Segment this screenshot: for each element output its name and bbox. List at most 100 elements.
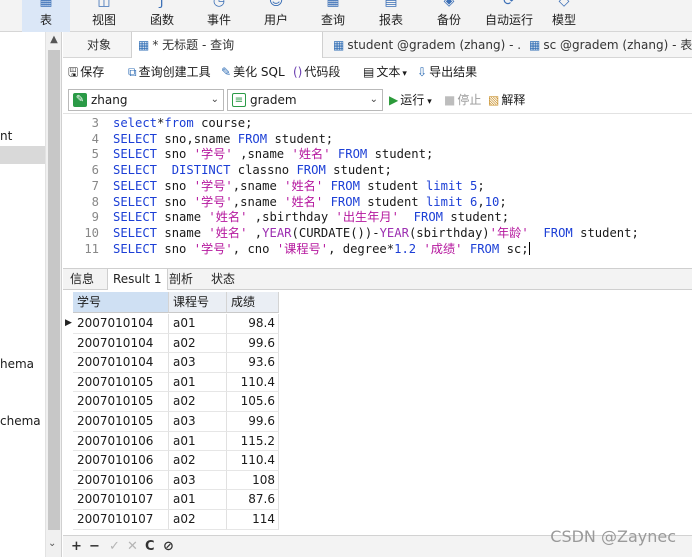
tab-untitled-query[interactable]: ▦ * 无标题 - 查询 [131, 32, 323, 59]
table-cell[interactable]: 2007010106 [73, 470, 169, 491]
ribbon-button-0[interactable]: ▦ 表 [22, 0, 70, 32]
tree-item-text[interactable]: hema [0, 357, 34, 371]
table-cell[interactable]: 2007010107 [73, 510, 169, 530]
ribbon-button-3[interactable]: ◷ 事件 [194, 0, 244, 32]
selected-tree-item[interactable] [0, 146, 45, 164]
sidebar-scrollbar[interactable]: ▲ [45, 32, 61, 557]
table-cell[interactable]: 2007010104 [73, 314, 169, 334]
table-cell[interactable]: 108 [227, 470, 279, 491]
table-cell[interactable]: a02 [169, 392, 227, 412]
table-row[interactable]: 2007010107 a02 114 [63, 510, 279, 530]
table-row[interactable]: 2007010107 a01 87.6 [63, 490, 279, 510]
ribbon-button-1[interactable]: ◫ 视图 [79, 0, 129, 32]
tab-status[interactable]: 状态 [206, 269, 240, 290]
table-cell[interactable]: 2007010105 [73, 392, 169, 412]
table-row[interactable]: 2007010105 a01 110.4 [63, 372, 279, 393]
table-cell[interactable]: a01 [169, 490, 227, 510]
tab-student-table[interactable]: ▦ student @gradem (zhang) - ... [329, 32, 521, 58]
result-grid[interactable]: 学号 课程号 成绩 ▶ 2007010104 a01 98.4 2007010104 a0… [63, 292, 692, 534]
code-token: sname [157, 210, 209, 225]
table-icon: ▦ [39, 0, 53, 9]
table-cell[interactable]: 99.6 [227, 412, 279, 432]
tree-item-text[interactable]: nt [0, 129, 12, 143]
chevron-down-icon[interactable]: ⌄ [48, 538, 56, 549]
code-token: , degree* [328, 241, 395, 256]
tab-info[interactable]: 信息 [65, 269, 99, 290]
query-builder-button[interactable]: ⧉ 查询创建工具 [128, 58, 211, 86]
table-cell[interactable]: 2007010104 [73, 353, 169, 373]
table-row[interactable]: 2007010106 a02 110.4 [63, 451, 279, 471]
apply-changes-button[interactable]: ✓ [109, 536, 120, 558]
code-snippet-button[interactable]: () 代码段 [293, 58, 340, 86]
ribbon-button-7[interactable]: ◈ 备份 [423, 0, 475, 32]
scrollbar-thumb[interactable] [48, 50, 60, 530]
ribbon-button-5[interactable]: ▦ 查询 [308, 0, 358, 32]
tree-item-text[interactable]: chema [0, 414, 41, 428]
table-cell[interactable]: 2007010105 [73, 412, 169, 432]
tab-profile[interactable]: 剖析 [164, 269, 198, 290]
table-cell[interactable]: a01 [169, 431, 227, 452]
discard-changes-button[interactable]: ✕ [127, 536, 138, 558]
table-cell[interactable]: a02 [169, 510, 227, 530]
ribbon-button-8[interactable]: ⟳ 自动运行 [478, 0, 540, 32]
column-header-cno[interactable]: 课程号 [169, 292, 227, 313]
scroll-up-icon[interactable]: ▲ [46, 34, 62, 45]
table-row[interactable]: ▶ 2007010104 a01 98.4 [63, 314, 279, 334]
table-cell[interactable]: 114 [227, 510, 279, 530]
table-row[interactable]: 2007010106 a01 115.2 [63, 431, 279, 452]
table-cell[interactable]: 2007010106 [73, 451, 169, 471]
column-header-degree[interactable]: 成绩 [227, 292, 279, 313]
code-token: '成绩' [423, 241, 463, 256]
table-row[interactable]: 2007010104 a02 99.6 [63, 333, 279, 354]
stop-button[interactable]: ⊘ [163, 536, 174, 558]
sql-editor[interactable]: 3 select*from course; 4 SELECT sno,sname FR… [63, 115, 692, 267]
table-cell[interactable]: 105.6 [227, 392, 279, 412]
save-button[interactable]: 🖫 保存 [68, 58, 104, 86]
table-cell[interactable]: a01 [169, 372, 227, 393]
navigation-pane: nt hema chema ▲ [0, 32, 62, 557]
table-cell[interactable]: 98.4 [227, 314, 279, 334]
ribbon-button-2[interactable]: ƒ 函数 [136, 0, 188, 32]
database-select[interactable]: ≡ gradem ⌄ [227, 89, 383, 111]
table-cell[interactable]: 99.6 [227, 333, 279, 354]
table-cell[interactable]: 2007010105 [73, 372, 169, 393]
ribbon-label: 表 [39, 13, 52, 27]
beautify-sql-button[interactable]: ✎ 美化 SQL [221, 58, 285, 86]
tab-result-1[interactable]: Result 1 [107, 269, 168, 290]
table-cell[interactable]: a02 [169, 451, 227, 471]
table-cell[interactable]: a03 [169, 353, 227, 373]
table-cell[interactable]: 93.6 [227, 353, 279, 373]
table-row[interactable]: 2007010105 a02 105.6 [63, 392, 279, 412]
column-header-sno[interactable]: 学号 [73, 292, 169, 313]
ribbon-button-6[interactable]: ▤ 报表 [366, 0, 416, 32]
run-button[interactable]: ▶ 运行 ▾ [389, 86, 432, 114]
table-cell[interactable]: 115.2 [227, 431, 279, 452]
tab-sc-table[interactable]: ▦ sc @gradem (zhang) - 表 [525, 32, 692, 58]
table-cell[interactable]: a03 [169, 412, 227, 432]
add-row-button[interactable]: + [71, 536, 82, 558]
explain-button[interactable]: ▧ 解释 [488, 86, 525, 114]
table-cell[interactable]: a01 [169, 314, 227, 334]
table-cell[interactable]: 2007010107 [73, 490, 169, 510]
table-cell[interactable]: a03 [169, 470, 227, 491]
table-cell[interactable]: 110.4 [227, 451, 279, 471]
table-cell[interactable]: 2007010106 [73, 431, 169, 452]
ribbon-button-4[interactable]: ☺ 用户 [251, 0, 301, 32]
stop-button[interactable]: ■ 停止 [444, 86, 481, 114]
table-cell[interactable]: 87.6 [227, 490, 279, 510]
ribbon-button-9[interactable]: ◇ 模型 [538, 0, 590, 32]
table-cell[interactable]: a02 [169, 333, 227, 354]
tab-objects[interactable]: 对象 [75, 32, 123, 58]
delete-row-button[interactable]: − [89, 536, 100, 558]
connection-select[interactable]: ✎ zhang ⌄ [68, 89, 224, 111]
text-button[interactable]: ▤ 文本 ▾ [363, 58, 407, 86]
table-row[interactable]: 2007010105 a03 99.6 [63, 412, 279, 432]
table-row[interactable]: 2007010104 a03 93.6 [63, 353, 279, 373]
export-results-button[interactable]: ⇩ 导出结果 [417, 58, 477, 86]
refresh-button[interactable]: C [145, 536, 155, 558]
table-row[interactable]: 2007010106 a03 108 [63, 470, 279, 491]
table-cell[interactable]: 2007010104 [73, 333, 169, 354]
table-cell[interactable]: 110.4 [227, 372, 279, 393]
